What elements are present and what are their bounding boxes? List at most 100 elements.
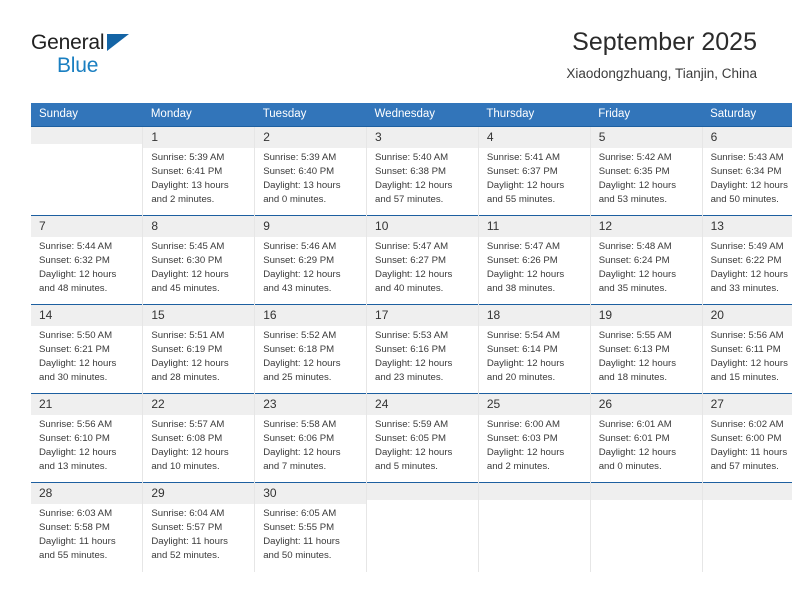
sunrise-text: Sunrise: 5:50 AM	[39, 330, 113, 341]
sunrise-text: Sunrise: 5:41 AM	[486, 152, 560, 163]
day-number: 17	[367, 305, 478, 326]
calendar-day-cell[interactable]: 21 Sunrise: 5:56 AM Sunset: 6:10 PM Dayligh…	[31, 393, 143, 483]
weekday-header-tuesday: Tuesday	[254, 103, 367, 127]
calendar-day-cell-empty	[366, 482, 479, 572]
calendar-day-cell[interactable]: 14 Sunrise: 5:50 AM Sunset: 6:21 PM Dayligh…	[31, 304, 143, 394]
daylight-text-line1: Daylight: 11 hours	[263, 535, 340, 547]
sunset-text: Sunset: 6:27 PM	[375, 254, 446, 266]
day-number: 22	[143, 394, 255, 415]
sunset-text: Sunset: 6:00 PM	[710, 432, 782, 444]
calendar-day-cell[interactable]: 27 Sunrise: 6:02 AM Sunset: 6:00 PM Dayligh…	[701, 393, 792, 483]
day-number: 20	[702, 305, 792, 326]
logo-text-general: General	[31, 31, 105, 54]
sunrise-text: Sunrise: 5:54 AM	[486, 330, 560, 341]
day-number	[590, 483, 702, 500]
sunset-text: Sunset: 6:35 PM	[598, 165, 670, 177]
day-number: 19	[590, 305, 702, 326]
day-sun-info: Sunrise: 5:42 AM Sunset: 6:35 PM Daylight:…	[591, 148, 702, 207]
day-sun-info: Sunrise: 5:56 AM Sunset: 6:10 PM Daylight:…	[31, 415, 142, 474]
page-header: General Blue September 2025 Xiaodongzhua…	[31, 28, 757, 90]
calendar-day-cell[interactable]: 29 Sunrise: 6:04 AM Sunset: 5:57 PM Dayligh…	[142, 482, 255, 572]
calendar-day-cell[interactable]: 5 Sunrise: 5:42 AM Sunset: 6:35 PM Daylight…	[589, 126, 703, 216]
sunset-text: Sunset: 6:40 PM	[263, 165, 335, 177]
calendar-week-row: 14 Sunrise: 5:50 AM Sunset: 6:21 PM Dayligh…	[31, 304, 792, 394]
sunrise-text: Sunrise: 6:05 AM	[263, 508, 337, 519]
calendar-day-cell[interactable]: 16 Sunrise: 5:52 AM Sunset: 6:18 PM Dayligh…	[254, 304, 367, 394]
calendar-day-cell[interactable]: 1 Sunrise: 5:39 AM Sunset: 6:41 PM Daylight…	[142, 126, 255, 216]
calendar-day-cell[interactable]: 22 Sunrise: 5:57 AM Sunset: 6:08 PM Dayligh…	[142, 393, 255, 483]
daylight-text-line2: and 57 minutes.	[375, 193, 444, 205]
calendar-day-cell[interactable]: 10 Sunrise: 5:47 AM Sunset: 6:27 PM Dayligh…	[366, 215, 479, 305]
sunset-text: Sunset: 6:41 PM	[151, 165, 223, 177]
day-number: 30	[255, 483, 367, 504]
daylight-text-line2: and 55 minutes.	[486, 193, 556, 205]
calendar-week-row: 28 Sunrise: 6:03 AM Sunset: 5:58 PM Dayligh…	[31, 482, 792, 572]
day-sun-info: Sunrise: 5:41 AM Sunset: 6:37 PM Daylight:…	[479, 148, 590, 207]
calendar-day-cell[interactable]: 4 Sunrise: 5:41 AM Sunset: 6:37 PM Daylight…	[477, 126, 591, 216]
calendar-day-cell[interactable]: 8 Sunrise: 5:45 AM Sunset: 6:30 PM Daylight…	[142, 215, 255, 305]
day-number: 13	[702, 216, 792, 237]
day-sun-info: Sunrise: 6:00 AM Sunset: 6:03 PM Daylight:…	[479, 415, 590, 474]
calendar-day-cell[interactable]: 13 Sunrise: 5:49 AM Sunset: 6:22 PM Dayligh…	[701, 215, 792, 305]
daylight-text-line1: Daylight: 11 hours	[710, 446, 788, 458]
day-sun-info: Sunrise: 5:59 AM Sunset: 6:05 PM Daylight:…	[367, 415, 478, 474]
calendar-day-cell[interactable]: 7 Sunrise: 5:44 AM Sunset: 6:32 PM Daylight…	[31, 215, 143, 305]
weekday-header-saturday: Saturday	[702, 103, 792, 127]
day-number: 23	[255, 394, 367, 415]
daylight-text-line1: Daylight: 12 hours	[375, 446, 453, 458]
day-sun-info: Sunrise: 5:40 AM Sunset: 6:38 PM Daylight:…	[367, 148, 478, 207]
day-number: 5	[590, 127, 702, 148]
day-number: 26	[590, 394, 702, 415]
calendar-day-cell[interactable]: 6 Sunrise: 5:43 AM Sunset: 6:34 PM Daylight…	[701, 126, 792, 216]
day-number: 25	[478, 394, 590, 415]
calendar-day-cell[interactable]: 23 Sunrise: 5:58 AM Sunset: 6:06 PM Dayligh…	[254, 393, 367, 483]
calendar-week-row: 7 Sunrise: 5:44 AM Sunset: 6:32 PM Daylight…	[31, 215, 792, 305]
day-sun-info: Sunrise: 6:05 AM Sunset: 5:55 PM Daylight:…	[255, 504, 366, 563]
sunset-text: Sunset: 6:37 PM	[486, 165, 558, 177]
daylight-text-line1: Daylight: 12 hours	[598, 446, 677, 458]
calendar-day-cell[interactable]: 15 Sunrise: 5:51 AM Sunset: 6:19 PM Dayligh…	[142, 304, 255, 394]
calendar-day-cell[interactable]: 30 Sunrise: 6:05 AM Sunset: 5:55 PM Dayligh…	[254, 482, 367, 572]
calendar-day-cell[interactable]: 24 Sunrise: 5:59 AM Sunset: 6:05 PM Dayligh…	[366, 393, 479, 483]
day-sun-info: Sunrise: 5:57 AM Sunset: 6:08 PM Daylight:…	[143, 415, 254, 474]
daylight-text-line2: and 53 minutes.	[598, 193, 667, 205]
sunset-text: Sunset: 6:13 PM	[598, 343, 670, 355]
calendar-day-cell[interactable]: 20 Sunrise: 5:56 AM Sunset: 6:11 PM Dayligh…	[701, 304, 792, 394]
sunset-text: Sunset: 6:11 PM	[710, 343, 781, 355]
sunset-text: Sunset: 6:18 PM	[263, 343, 335, 355]
sunrise-text: Sunrise: 5:51 AM	[151, 330, 225, 341]
page-title: September 2025	[572, 28, 757, 56]
general-blue-logo[interactable]: General Blue	[31, 32, 231, 88]
day-sun-info: Sunrise: 5:47 AM Sunset: 6:26 PM Daylight:…	[479, 237, 590, 296]
sunrise-text: Sunrise: 5:53 AM	[375, 330, 449, 341]
sunrise-text: Sunrise: 5:56 AM	[710, 330, 784, 341]
day-number: 27	[702, 394, 792, 415]
daylight-text-line2: and 18 minutes.	[598, 371, 667, 383]
calendar-day-cell[interactable]: 26 Sunrise: 6:01 AM Sunset: 6:01 PM Dayligh…	[589, 393, 703, 483]
day-sun-info: Sunrise: 5:43 AM Sunset: 6:34 PM Daylight:…	[703, 148, 792, 207]
daylight-text-line1: Daylight: 13 hours	[151, 179, 229, 191]
calendar-day-cell[interactable]: 19 Sunrise: 5:55 AM Sunset: 6:13 PM Dayligh…	[589, 304, 703, 394]
day-number: 15	[143, 305, 255, 326]
calendar-day-cell[interactable]: 12 Sunrise: 5:48 AM Sunset: 6:24 PM Dayligh…	[589, 215, 703, 305]
day-number: 24	[367, 394, 478, 415]
day-sun-info: Sunrise: 5:47 AM Sunset: 6:27 PM Daylight:…	[367, 237, 478, 296]
calendar-day-cell[interactable]: 2 Sunrise: 5:39 AM Sunset: 6:40 PM Daylight…	[254, 126, 367, 216]
sunrise-text: Sunrise: 5:49 AM	[710, 241, 784, 252]
sunrise-text: Sunrise: 5:56 AM	[39, 419, 113, 430]
calendar-day-cell[interactable]: 18 Sunrise: 5:54 AM Sunset: 6:14 PM Dayligh…	[477, 304, 591, 394]
calendar-day-cell[interactable]: 3 Sunrise: 5:40 AM Sunset: 6:38 PM Daylight…	[366, 126, 479, 216]
sunrise-text: Sunrise: 5:48 AM	[598, 241, 672, 252]
calendar-day-cell[interactable]: 28 Sunrise: 6:03 AM Sunset: 5:58 PM Dayligh…	[31, 482, 143, 572]
calendar-day-cell-empty	[31, 126, 143, 216]
calendar-day-cell[interactable]: 11 Sunrise: 5:47 AM Sunset: 6:26 PM Dayligh…	[477, 215, 591, 305]
day-number: 7	[31, 216, 143, 237]
calendar-day-cell[interactable]: 25 Sunrise: 6:00 AM Sunset: 6:03 PM Dayligh…	[477, 393, 591, 483]
calendar-day-cell[interactable]: 17 Sunrise: 5:53 AM Sunset: 6:16 PM Dayligh…	[366, 304, 479, 394]
daylight-text-line1: Daylight: 12 hours	[263, 446, 341, 458]
calendar-day-cell[interactable]: 9 Sunrise: 5:46 AM Sunset: 6:29 PM Daylight…	[254, 215, 367, 305]
daylight-text-line1: Daylight: 12 hours	[375, 179, 453, 191]
daylight-text-line2: and 52 minutes.	[151, 549, 220, 561]
sunrise-text: Sunrise: 5:59 AM	[375, 419, 449, 430]
sunrise-text: Sunrise: 5:42 AM	[598, 152, 672, 163]
